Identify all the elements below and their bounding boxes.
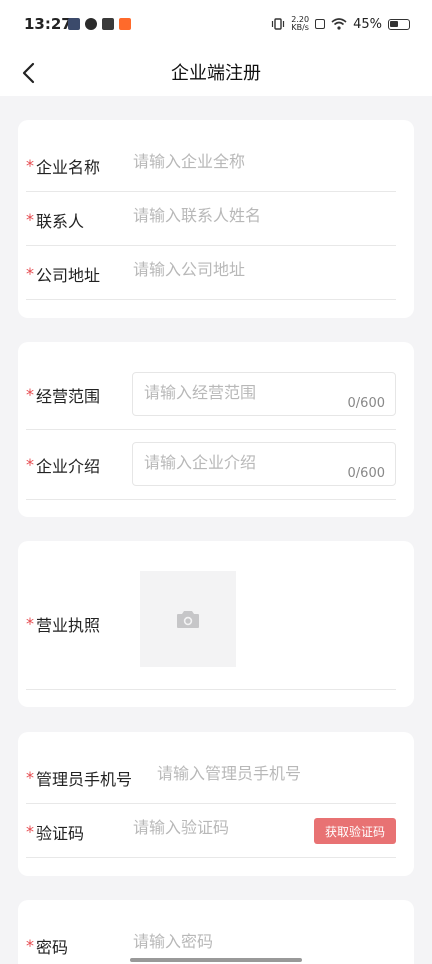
scope-char-counter: 0/600	[347, 396, 385, 411]
intro-label: 企业介绍	[36, 457, 101, 476]
intro-input[interactable]	[144, 453, 344, 472]
password-card: * 密码	[18, 900, 414, 964]
scope-row: * 经营范围 0/600	[26, 360, 396, 430]
license-row: * 营业执照	[26, 541, 396, 690]
address-row: * 公司地址	[26, 246, 396, 300]
status-bar: 13:27 2.20 KB/s 45%	[0, 0, 432, 50]
address-label: 公司地址	[36, 266, 101, 285]
notification-icons	[68, 18, 131, 30]
required-mark: *	[26, 822, 34, 841]
required-mark: *	[26, 614, 34, 633]
required-mark: *	[26, 385, 34, 404]
company-name-input[interactable]	[133, 152, 393, 171]
intro-textarea[interactable]: 0/600	[132, 442, 396, 486]
company-name-label: 企业名称	[36, 158, 101, 177]
admin-phone-row: * 管理员手机号	[26, 750, 396, 804]
address-input[interactable]	[133, 260, 393, 279]
wifi-icon	[331, 18, 347, 30]
license-label: 营业执照	[36, 616, 101, 635]
company-name-row: * 企业名称	[26, 138, 396, 192]
status-right: 2.20 KB/s 45%	[271, 16, 410, 32]
divider	[26, 299, 396, 300]
camera-icon	[177, 611, 199, 628]
divider	[26, 689, 396, 690]
battery-icon	[388, 18, 410, 30]
sim-icon	[315, 19, 326, 29]
admin-phone-input[interactable]	[157, 764, 387, 783]
app-notification-icon	[85, 18, 97, 30]
divider	[26, 499, 396, 500]
contact-row: * 联系人	[26, 192, 396, 246]
scope-input[interactable]	[144, 383, 344, 402]
required-mark: *	[26, 768, 34, 787]
verify-code-label: 验证码	[36, 824, 85, 843]
intro-char-counter: 0/600	[347, 466, 385, 481]
app-notification-icon	[68, 18, 80, 30]
password-label: 密码	[36, 938, 69, 957]
divider	[26, 857, 396, 858]
get-code-button[interactable]: 获取验证码	[314, 818, 396, 844]
business-card: * 经营范围 0/600 * 企业介绍 0/600	[18, 342, 414, 517]
mail-icon	[102, 18, 114, 30]
required-mark: *	[26, 264, 34, 283]
verify-code-input[interactable]	[133, 818, 303, 837]
license-upload[interactable]	[140, 571, 236, 667]
admin-phone-label: 管理员手机号	[36, 770, 133, 789]
nav-bar: 企业端注册	[0, 50, 432, 96]
battery-text: 45%	[353, 16, 382, 32]
license-card: * 营业执照	[18, 541, 414, 707]
required-mark: *	[26, 455, 34, 474]
app-notification-icon	[119, 18, 131, 30]
contact-label: 联系人	[36, 212, 85, 231]
contact-input[interactable]	[133, 206, 393, 225]
required-mark: *	[26, 936, 34, 955]
vibrate-icon	[272, 18, 285, 30]
admin-card: * 管理员手机号 * 验证码 获取验证码	[18, 732, 414, 876]
required-mark: *	[26, 210, 34, 229]
net-speed: 2.20 KB/s	[291, 15, 310, 32]
scope-label: 经营范围	[36, 387, 101, 406]
scope-textarea[interactable]: 0/600	[132, 372, 396, 416]
status-time: 13:27	[24, 15, 72, 33]
intro-row: * 企业介绍 0/600	[26, 430, 396, 500]
basic-info-card: * 企业名称 * 联系人 * 公司地址	[18, 120, 414, 318]
verify-code-row: * 验证码 获取验证码	[26, 804, 396, 858]
required-mark: *	[26, 156, 34, 175]
password-input[interactable]	[133, 932, 393, 951]
page-title: 企业端注册	[171, 63, 261, 84]
home-indicator[interactable]	[130, 958, 302, 962]
